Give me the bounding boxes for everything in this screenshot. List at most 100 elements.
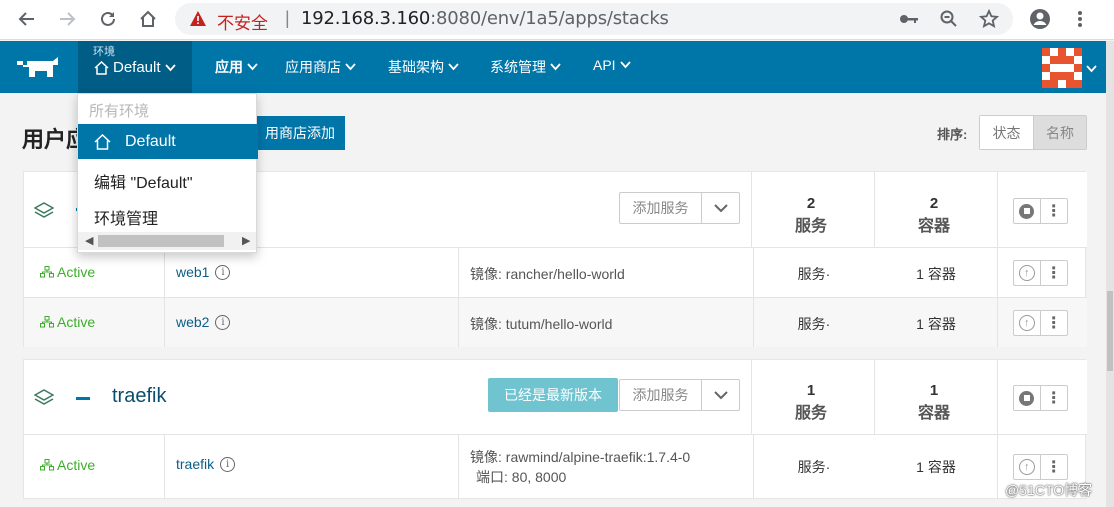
service-name: web2: [176, 314, 210, 330]
menu-infrastructure[interactable]: 基础架构: [388, 57, 459, 77]
add-service-split-button: 添加服务: [619, 192, 740, 224]
service-name: traefik: [176, 456, 215, 472]
menu-admin-label: 系统管理: [490, 59, 546, 75]
stack-name[interactable]: traefik: [112, 385, 166, 408]
menu-catalog[interactable]: 应用商店: [285, 57, 356, 77]
divider: [458, 298, 459, 347]
page-scrollbar[interactable]: [1106, 41, 1114, 507]
menu-apps[interactable]: 应用: [215, 57, 258, 77]
add-service-dropdown[interactable]: [702, 193, 739, 223]
account-icon[interactable]: [1028, 7, 1052, 31]
key-icon[interactable]: [897, 7, 921, 31]
user-avatar[interactable]: [1042, 48, 1082, 88]
upgrade-service-button[interactable]: ↑: [1014, 455, 1041, 479]
sort-by-state-button[interactable]: 状态: [980, 116, 1033, 149]
back-arrow-icon[interactable]: [14, 6, 40, 32]
containers-count-value: 2: [929, 195, 939, 212]
upgrade-arrow-icon: ↑: [1018, 459, 1035, 475]
up-to-date-button[interactable]: 已经是最新版本: [488, 378, 618, 412]
scroll-right-icon[interactable]: ▶: [242, 234, 250, 247]
edit-environment-item[interactable]: 编辑 "Default": [94, 169, 193, 193]
service-actions: ↑ ⋮: [1013, 260, 1068, 286]
avatar-chevron-icon[interactable]: [1086, 61, 1097, 76]
stack-header: traefik 已经是最新版本 添加服务 1 服务 1 容器 ⋮: [24, 360, 1087, 435]
menu-infrastructure-label: 基础架构: [388, 59, 444, 75]
browser-toolbar: 不安全 | 192.168.3.160:8080/env/1a5/apps/st…: [0, 0, 1114, 40]
environment-switcher[interactable]: 环境 Default: [78, 41, 192, 93]
divider: [997, 435, 998, 499]
status-badge: Active: [40, 264, 95, 280]
chevron-down-icon: [448, 63, 459, 71]
service-nodes-icon: [40, 266, 54, 278]
stack-actions: ⋮: [1013, 198, 1068, 224]
table-row: Active web1 i 镜像: rancher/hello-world 服务·…: [24, 248, 1087, 298]
containers-count: 1 容器: [874, 382, 994, 423]
stack-more-button[interactable]: ⋮: [1041, 386, 1067, 410]
stack-more-button[interactable]: ⋮: [1041, 199, 1067, 223]
chevron-down-icon: [345, 63, 356, 71]
watermark: @51CTO博客: [1005, 482, 1093, 498]
scroll-left-icon[interactable]: ◀: [85, 234, 93, 247]
divider: [997, 360, 998, 435]
info-icon[interactable]: i: [215, 314, 231, 330]
container-column[interactable]: 1 容器: [876, 264, 996, 284]
upgrade-service-button[interactable]: ↑: [1014, 261, 1041, 285]
chevron-down-icon: [164, 63, 176, 71]
scrollbar-thumb[interactable]: [98, 235, 224, 247]
chevron-down-icon: [619, 61, 631, 69]
service-link[interactable]: web2 i: [176, 314, 231, 330]
dropdown-horizontal-scrollbar[interactable]: ◀ ▶: [78, 232, 256, 250]
divider: [164, 298, 165, 347]
scrollbar-thumb[interactable]: [1107, 291, 1113, 371]
environment-option-default[interactable]: Default: [78, 124, 258, 159]
menu-api[interactable]: API: [593, 57, 631, 73]
manage-environments-item[interactable]: 环境管理: [94, 205, 158, 229]
address-bar[interactable]: 不安全 | 192.168.3.160:8080/env/1a5/apps/st…: [175, 3, 1013, 35]
info-icon[interactable]: i: [220, 456, 236, 472]
service-link[interactable]: traefik i: [176, 456, 236, 472]
status-text: Active: [57, 264, 96, 280]
menu-catalog-label: 应用商店: [285, 59, 341, 75]
service-name: web1: [176, 264, 210, 280]
service-link[interactable]: web1 i: [176, 264, 231, 280]
menu-api-label: API: [593, 57, 616, 73]
info-icon[interactable]: i: [215, 264, 231, 280]
zoom-out-icon[interactable]: [937, 7, 961, 31]
services-count-value: 2: [806, 195, 816, 212]
stop-stack-button[interactable]: [1014, 386, 1041, 410]
add-service-dropdown[interactable]: [702, 380, 739, 410]
layers-icon: [34, 389, 54, 405]
service-more-button[interactable]: ⋮: [1041, 261, 1067, 285]
add-from-catalog-button[interactable]: 用商店添加: [246, 116, 345, 150]
container-column[interactable]: 1 容器: [876, 314, 996, 334]
upgrade-arrow-icon: ↑: [1018, 265, 1035, 281]
environment-option-label: Default: [125, 132, 176, 150]
status-badge: Active: [40, 457, 95, 473]
insecure-label: 不安全: [217, 14, 268, 33]
forward-arrow-icon[interactable]: [54, 6, 80, 32]
upgrade-service-button[interactable]: ↑: [1014, 311, 1041, 335]
stop-stack-button[interactable]: [1014, 199, 1041, 223]
home-icon[interactable]: [135, 6, 161, 32]
rancher-logo-icon[interactable]: [15, 55, 63, 81]
menu-admin[interactable]: 系统管理: [490, 57, 561, 77]
service-column: 服务·: [797, 316, 831, 332]
container-column[interactable]: 1 容器: [876, 457, 996, 477]
bookmark-star-icon[interactable]: [977, 7, 1001, 31]
sort-by-name-button[interactable]: 名称: [1033, 116, 1086, 149]
divider: [164, 248, 165, 298]
reload-icon[interactable]: [95, 6, 121, 32]
divider: [458, 248, 459, 298]
status-text: Active: [57, 314, 96, 330]
service-more-button[interactable]: ⋮: [1041, 455, 1067, 479]
sort-toggle: 状态 名称: [979, 115, 1087, 150]
kebab-menu-icon[interactable]: [1068, 7, 1092, 31]
status-text: Active: [57, 457, 96, 473]
divider: [997, 172, 998, 248]
stack-actions: ⋮: [1013, 385, 1068, 411]
add-service-button[interactable]: 添加服务: [620, 380, 702, 410]
add-service-button[interactable]: 添加服务: [620, 193, 702, 223]
collapse-toggle[interactable]: [76, 397, 90, 400]
upgrade-arrow-icon: ↑: [1018, 315, 1035, 331]
service-more-button[interactable]: ⋮: [1041, 311, 1067, 335]
